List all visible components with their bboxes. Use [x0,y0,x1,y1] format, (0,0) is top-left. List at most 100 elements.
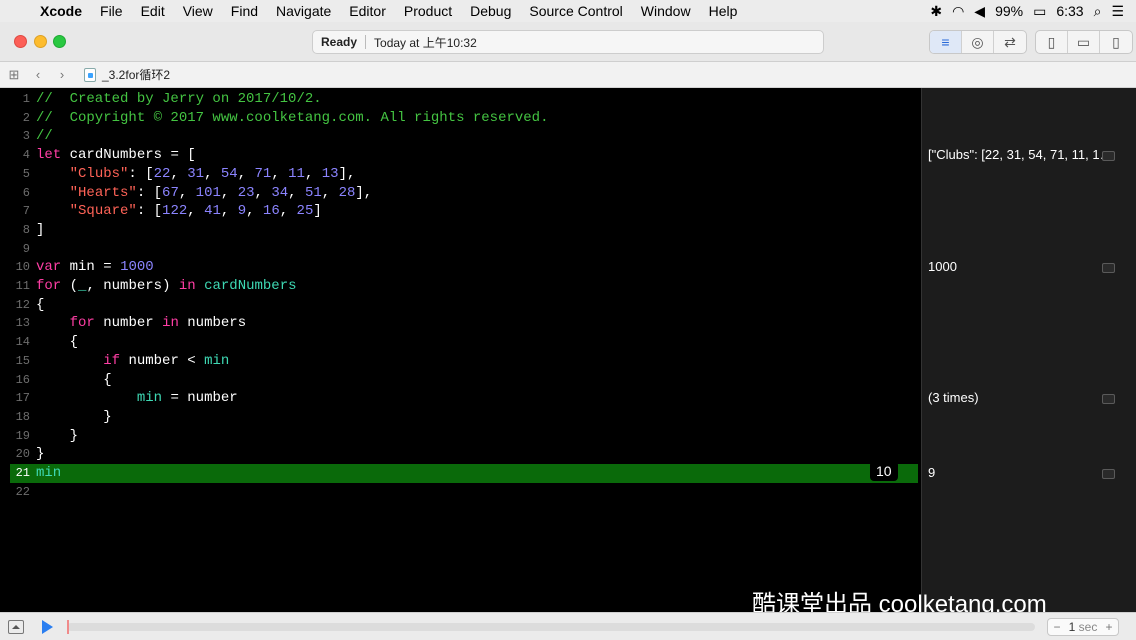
editor-mode-group: ≡ ◎ ⇄ [929,30,1027,54]
version-editor-icon[interactable]: ⇄ [994,31,1026,53]
quick-look-icon[interactable] [1102,263,1115,274]
code-line[interactable]: 3 // [0,127,918,146]
result-value[interactable]: ["Clubs": [22, 31, 54, 71, 11, 13], "Hea… [928,147,1116,162]
code-line[interactable]: 21 min [10,464,918,483]
code-line[interactable]: 8] [0,221,918,240]
speed-decrease-button[interactable]: − [1048,620,1066,634]
line-number: 21 [15,466,30,480]
code-text: { [36,296,45,313]
code-text: } [69,427,79,444]
timeline-marker[interactable] [67,619,69,634]
quick-look-icon[interactable] [1102,151,1115,162]
menu-navigate[interactable]: Navigate [267,3,340,19]
result-value[interactable]: 1000 [928,259,1116,274]
spotlight-search-icon[interactable]: ⌕ [1094,3,1102,20]
line-number: 6 [22,185,30,200]
result-value[interactable]: (3 times) [928,390,1116,405]
code-text: "Square": [122, 41, 9, 16, 25] [69,203,322,220]
code-line[interactable]: 7 "Square": [122, 41, 9, 16, 25] [0,202,918,221]
code-line[interactable]: 12 { [0,296,918,315]
line-number: 18 [15,409,30,424]
speed-stepper[interactable]: − 1 sec + [1047,617,1119,636]
speed-increase-button[interactable]: + [1100,620,1118,634]
code-text: { [103,371,112,388]
code-line[interactable]: 5 "Clubs": [22, 31, 54, 71, 11, 13], [0,165,918,184]
line-number: 20 [15,447,30,462]
volume-icon[interactable]: ◀ [974,3,985,20]
debug-area-toggle-icon[interactable]: ▭ [1068,31,1100,53]
menu-debug[interactable]: Debug [461,3,520,19]
code-line[interactable]: 14 { [0,333,918,352]
menu-help[interactable]: Help [700,3,747,19]
line-number: 16 [15,372,30,387]
code-text: // Copyright © 2017 www.coolketang.com. … [36,109,549,126]
line-number: 4 [22,148,30,163]
menu-window[interactable]: Window [632,3,700,19]
menu-source-control[interactable]: Source Control [520,3,631,19]
minimize-window-button[interactable] [34,35,47,48]
code-line[interactable]: 19 } [0,427,918,446]
menu-view[interactable]: View [174,3,222,19]
line-number: 17 [15,391,30,406]
code-line[interactable]: 18 } [0,408,918,427]
line-number: 5 [22,166,30,181]
quick-look-icon[interactable] [1102,394,1115,405]
line-number: 22 [15,484,30,499]
battery-percent[interactable]: 99% [995,3,1023,19]
window-toolbar: Ready Today at 上午10:32 ≡ ◎ ⇄ ▯ ▭ ▯ [0,22,1136,62]
code-text: "Hearts": [67, 101, 23, 34, 51, 28], [69,184,373,201]
code-editor[interactable]: 1 // Created by Jerry on 2017/10/2. 2 // Co… [0,88,921,612]
inline-value-badge[interactable]: 10 [870,461,898,481]
activity-viewer: Ready Today at 上午10:32 [312,30,824,54]
code-line[interactable]: 2 // Copyright © 2017 www.coolketang.com.… [0,109,918,128]
menu-editor[interactable]: Editor [340,3,395,19]
code-line[interactable]: 4 let cardNumbers = [ [0,146,918,165]
quick-look-icon[interactable] [1102,469,1115,479]
menu-xcode[interactable]: Xcode [36,3,91,19]
code-line[interactable]: 13 for number in numbers [0,314,918,333]
code-line[interactable]: 15 if number < min [0,352,918,371]
line-number: 14 [15,335,30,350]
line-number: 13 [15,316,30,331]
code-line[interactable]: 22 [0,483,918,502]
code-line[interactable]: 11 for (_, numbers) in cardNumbers [0,277,918,296]
zoom-window-button[interactable] [53,35,66,48]
notification-center-icon[interactable]: ☰ [1111,3,1124,20]
forward-arrow-icon[interactable]: › [50,67,74,82]
line-number: 15 [15,353,30,368]
menu-find[interactable]: Find [222,3,267,19]
back-arrow-icon[interactable]: ‹ [26,67,50,82]
bluetooth-icon[interactable]: ✱ [930,3,942,20]
code-line[interactable]: 9 [0,240,918,259]
line-number: 19 [15,428,30,443]
code-line[interactable]: 10 var min = 1000 [0,258,918,277]
line-number: 7 [22,204,30,219]
playground-file-icon [84,67,96,82]
wifi-icon[interactable]: ◠ [952,3,964,20]
execution-timeline[interactable] [67,619,1035,634]
navigator-toggle-icon[interactable]: ▯ [1036,31,1068,53]
code-line[interactable]: 20} [0,445,918,464]
utilities-toggle-icon[interactable]: ▯ [1100,31,1132,53]
assistant-editor-icon[interactable]: ◎ [962,31,994,53]
menu-product[interactable]: Product [395,3,461,19]
line-number: 9 [22,241,30,256]
close-window-button[interactable] [14,35,27,48]
code-line[interactable]: 17 min = number [0,389,918,408]
related-items-icon[interactable]: ⊞ [2,67,26,83]
clock[interactable]: 6:33 [1056,3,1083,19]
line-number: 2 [22,110,30,125]
run-playground-button[interactable] [42,619,53,634]
show-debug-area-icon[interactable] [8,619,24,634]
result-value[interactable]: 9 [928,465,1116,480]
jump-bar: ⊞ ‹ › _3.2for循环2 [0,62,1136,88]
code-line[interactable]: 16 { [0,371,918,390]
code-line[interactable]: 1 // Created by Jerry on 2017/10/2. [0,90,918,109]
battery-icon[interactable]: ▭ [1033,3,1046,20]
standard-editor-icon[interactable]: ≡ [930,31,962,53]
divider [365,35,367,49]
breadcrumb-file[interactable]: _3.2for循环2 [102,66,170,83]
menu-edit[interactable]: Edit [132,3,174,19]
code-line[interactable]: 6 "Hearts": [67, 101, 23, 34, 51, 28], [0,184,918,203]
menu-file[interactable]: File [91,3,132,19]
